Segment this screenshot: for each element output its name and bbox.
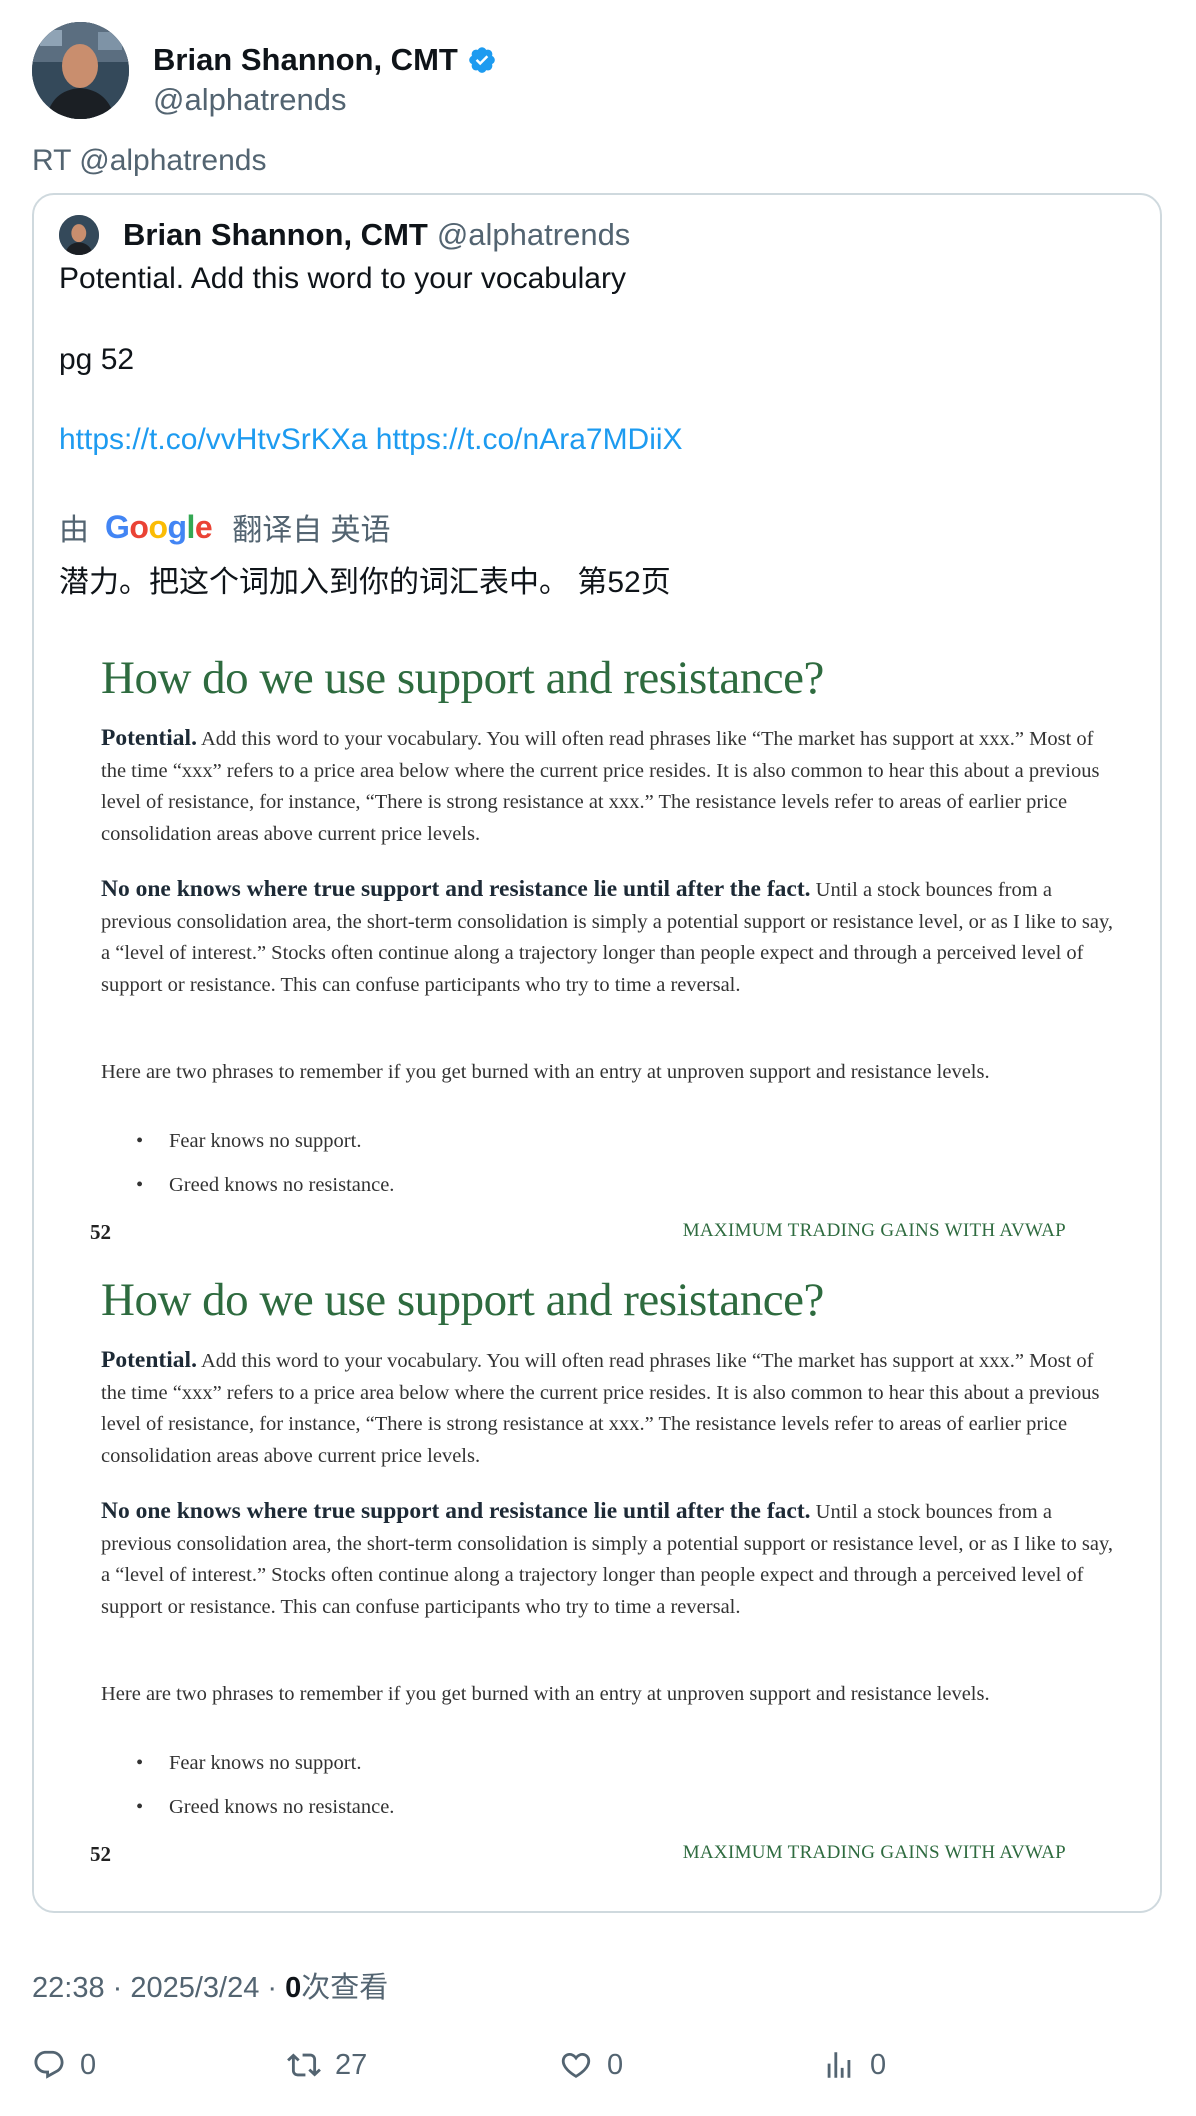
like-button[interactable]: 0: [559, 2048, 623, 2082]
quoted-header: Brian Shannon, CMT @alphatrends: [59, 215, 630, 255]
tweet-meta: 22:38 · 2025/3/24 · 0次查看: [32, 1964, 388, 2006]
book-page-image-2[interactable]: How do we use support and resistance? Po…: [34, 1274, 1160, 1899]
views-count: 0: [285, 1972, 302, 2004]
tweet-link-1[interactable]: https://t.co/vvHtvSrKXa: [59, 423, 367, 456]
quoted-text-line: Potential. Add this word to your vocabul…: [59, 262, 626, 295]
reply-icon: [34, 2050, 64, 2079]
book-p1-text: Add this word to your vocabulary. You wi…: [101, 728, 1100, 845]
translated-text: 潜力。把这个词加入到你的词汇表中。 第52页: [59, 566, 671, 599]
book-p1-text: Add this word to your vocabulary. You wi…: [101, 1350, 1100, 1467]
views-button[interactable]: 0: [822, 2048, 886, 2082]
retweet-count: 27: [335, 2048, 368, 2081]
tweet-timestamp[interactable]: 22:38 · 2025/3/24 ·: [32, 1972, 285, 2004]
author-handle[interactable]: @alphatrends: [153, 82, 346, 118]
book-p1-bold: Potential.: [101, 725, 197, 751]
views-chart-icon: [827, 2052, 851, 2078]
book-paragraph-1: Potential. Add this word to your vocabul…: [101, 723, 1121, 850]
book-page-image-1[interactable]: How do we use support and resistance? Po…: [34, 652, 1160, 1277]
book-bullet-2: Greed knows no resistance.: [136, 1174, 395, 1197]
quoted-links: https://t.co/vvHtvSrKXa https://t.co/nAr…: [59, 423, 683, 457]
book-page-number: 52: [90, 1842, 111, 1866]
book-paragraph-3: Here are two phrases to remember if you …: [101, 1061, 990, 1083]
book-bullet-2: Greed knows no resistance.: [136, 1796, 395, 1819]
retweet-button[interactable]: 27: [287, 2048, 367, 2082]
book-paragraph-2: No one knows where true support and resi…: [101, 874, 1121, 1001]
translate-by-label: 由: [59, 514, 89, 547]
book-paragraph-2: No one knows where true support and resi…: [101, 1496, 1121, 1623]
author-avatar[interactable]: [32, 22, 129, 119]
views-count-action: 0: [870, 2048, 887, 2081]
reply-count: 0: [80, 2048, 97, 2081]
book-bullet-1: Fear knows no support.: [136, 1752, 362, 1775]
quoted-author-handle[interactable]: @alphatrends: [437, 217, 630, 253]
author-name[interactable]: Brian Shannon, CMT: [153, 42, 458, 78]
retweet-label: RT @alphatrends: [32, 144, 267, 177]
book-page-number: 52: [90, 1220, 111, 1244]
reply-button[interactable]: 0: [32, 2048, 96, 2082]
like-count: 0: [607, 2048, 624, 2081]
quoted-text-page: pg 52: [59, 343, 135, 376]
book-running-title: MAXIMUM TRADING GAINS WITH AVWAP: [682, 1220, 1066, 1241]
google-logo: Google: [105, 508, 213, 545]
views-label: 次查看: [301, 1972, 389, 2004]
heart-icon: [561, 2052, 591, 2078]
tweet-link-2[interactable]: https://t.co/nAra7MDiiX: [376, 423, 683, 456]
book-paragraph-3: Here are two phrases to remember if you …: [101, 1683, 990, 1705]
book-p1-bold: Potential.: [101, 1347, 197, 1373]
retweet-icon: [287, 2053, 321, 2077]
quoted-tweet-card[interactable]: Brian Shannon, CMT @alphatrends Potentia…: [32, 193, 1162, 1913]
translate-from-label: 翻译自 英语: [232, 514, 391, 547]
book-p2-bold: No one knows where true support and resi…: [101, 876, 811, 902]
quoted-author-name[interactable]: Brian Shannon, CMT: [123, 217, 428, 253]
translation-attribution: 由 Google 翻译自 英语: [59, 505, 391, 549]
quoted-avatar[interactable]: [59, 215, 99, 255]
book-heading: How do we use support and resistance?: [101, 652, 824, 704]
verified-badge-icon: [469, 47, 495, 73]
book-running-title: MAXIMUM TRADING GAINS WITH AVWAP: [682, 1842, 1066, 1863]
book-paragraph-1: Potential. Add this word to your vocabul…: [101, 1345, 1121, 1472]
tweet-header: Brian Shannon, CMT @alphatrends: [32, 22, 1132, 122]
book-p2-bold: No one knows where true support and resi…: [101, 1498, 811, 1524]
action-bar: 0 27 0 0: [32, 2048, 1162, 2088]
book-heading: How do we use support and resistance?: [101, 1274, 824, 1326]
book-bullet-1: Fear knows no support.: [136, 1130, 362, 1153]
